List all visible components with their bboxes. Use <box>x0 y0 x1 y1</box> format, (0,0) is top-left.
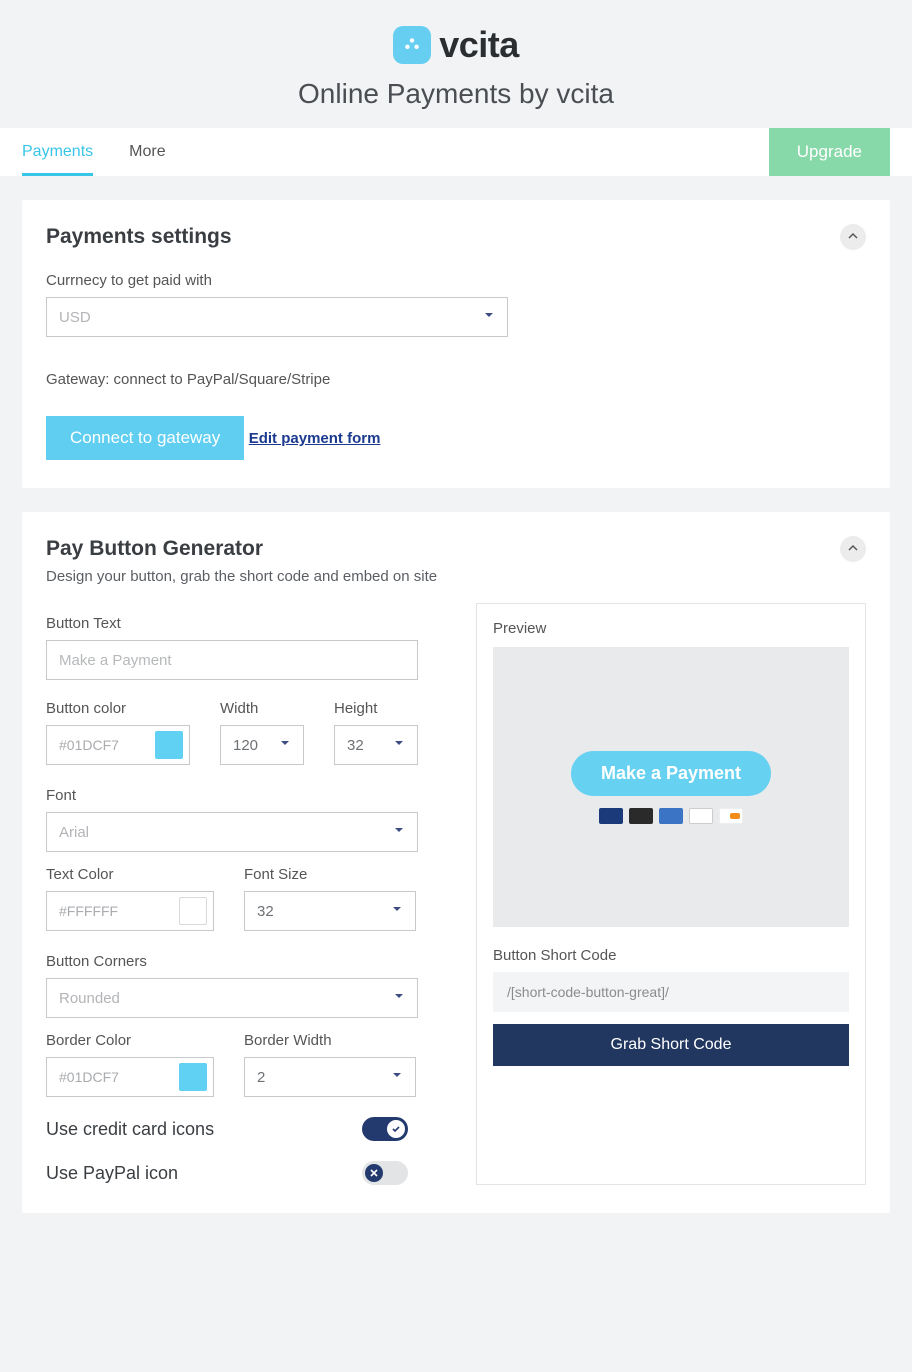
preview-panel: Preview Make a Payment Button Short Code… <box>476 603 866 1185</box>
border-color-input[interactable] <box>46 1057 214 1097</box>
brand-name: vcita <box>439 24 519 66</box>
chevron-up-icon <box>848 228 858 246</box>
button-color-input[interactable] <box>46 725 190 765</box>
font-label: Font <box>46 787 436 804</box>
height-value: 32 <box>347 737 364 754</box>
chevron-down-icon <box>393 989 405 1007</box>
font-value: Arial <box>59 824 89 841</box>
width-value: 120 <box>233 737 258 754</box>
collapse-generator-button[interactable] <box>840 536 866 562</box>
settings-title: Payments settings <box>46 225 232 249</box>
button-color-label: Button color <box>46 700 190 717</box>
font-size-value: 32 <box>257 903 274 920</box>
visa-icon <box>599 808 623 824</box>
button-color-value[interactable] <box>59 737 129 753</box>
tab-more[interactable]: More <box>129 143 165 161</box>
text-color-label: Text Color <box>46 866 214 883</box>
text-color-swatch <box>179 897 207 925</box>
page-subtitle: Online Payments by vcita <box>0 78 912 110</box>
preview-label: Preview <box>493 620 849 637</box>
toggle-credit-card-icons[interactable] <box>362 1117 408 1141</box>
width-label: Width <box>220 700 304 717</box>
amex-icon <box>659 808 683 824</box>
discover-icon <box>719 808 743 824</box>
tab-bar: Payments More Upgrade <box>0 128 912 176</box>
toggle-cc-label: Use credit card icons <box>46 1119 346 1140</box>
text-color-input[interactable] <box>46 891 214 931</box>
font-size-select[interactable]: 32 <box>244 891 416 931</box>
button-text-input[interactable] <box>59 652 405 669</box>
chevron-down-icon <box>391 902 403 920</box>
currency-value: USD <box>59 309 91 326</box>
chevron-down-icon <box>279 736 291 754</box>
chevron-down-icon <box>483 308 495 326</box>
chevron-down-icon <box>391 1068 403 1086</box>
text-color-value[interactable] <box>59 903 129 919</box>
shortcode-output[interactable]: /[short-code-button-great]/ <box>493 972 849 1012</box>
tab-payments[interactable]: Payments <box>22 143 93 176</box>
toggle-paypal-label: Use PayPal icon <box>46 1163 346 1184</box>
pay-button-generator-panel: Pay Button Generator Design your button,… <box>22 512 890 1213</box>
preview-pay-button[interactable]: Make a Payment <box>571 751 771 796</box>
grab-shortcode-button[interactable]: Grab Short Code <box>493 1024 849 1066</box>
chevron-up-icon <box>848 540 858 558</box>
border-width-label: Border Width <box>244 1032 416 1049</box>
width-select[interactable]: 120 <box>220 725 304 765</box>
button-text-input-wrap <box>46 640 418 680</box>
border-width-value: 2 <box>257 1069 265 1086</box>
corners-select[interactable]: Rounded <box>46 978 418 1018</box>
button-text-label: Button Text <box>46 615 436 632</box>
chevron-down-icon <box>393 736 405 754</box>
generator-subtitle: Design your button, grab the short code … <box>46 568 866 585</box>
corners-label: Button Corners <box>46 953 436 970</box>
chevron-down-icon <box>393 823 405 841</box>
connect-gateway-button[interactable]: Connect to gateway <box>46 416 244 460</box>
height-label: Height <box>334 700 418 717</box>
card-icons-row <box>599 808 743 824</box>
payments-settings-panel: Payments settings Currnecy to get paid w… <box>22 200 890 488</box>
border-color-swatch <box>179 1063 207 1091</box>
currency-label: Currnecy to get paid with <box>46 272 866 289</box>
height-select[interactable]: 32 <box>334 725 418 765</box>
currency-select[interactable]: USD <box>46 297 508 337</box>
mastercard-icon <box>629 808 653 824</box>
toggle-knob <box>387 1120 405 1138</box>
edit-payment-form-link[interactable]: Edit payment form <box>249 430 381 447</box>
preview-area: Make a Payment <box>493 647 849 927</box>
corners-value: Rounded <box>59 990 120 1007</box>
upgrade-button[interactable]: Upgrade <box>769 128 890 176</box>
paypal-icon <box>689 808 713 824</box>
shortcode-label: Button Short Code <box>493 947 849 964</box>
font-size-label: Font Size <box>244 866 416 883</box>
brand-logo: vcita <box>393 24 519 66</box>
font-select[interactable]: Arial <box>46 812 418 852</box>
border-color-label: Border Color <box>46 1032 214 1049</box>
border-width-select[interactable]: 2 <box>244 1057 416 1097</box>
toggle-knob <box>365 1164 383 1182</box>
generator-title: Pay Button Generator <box>46 537 263 561</box>
collapse-settings-button[interactable] <box>840 224 866 250</box>
border-color-value[interactable] <box>59 1069 129 1085</box>
gateway-label: Gateway: connect to PayPal/Square/Stripe <box>46 371 866 388</box>
button-color-swatch <box>155 731 183 759</box>
vcita-logo-icon <box>393 26 431 64</box>
toggle-paypal-icon[interactable] <box>362 1161 408 1185</box>
